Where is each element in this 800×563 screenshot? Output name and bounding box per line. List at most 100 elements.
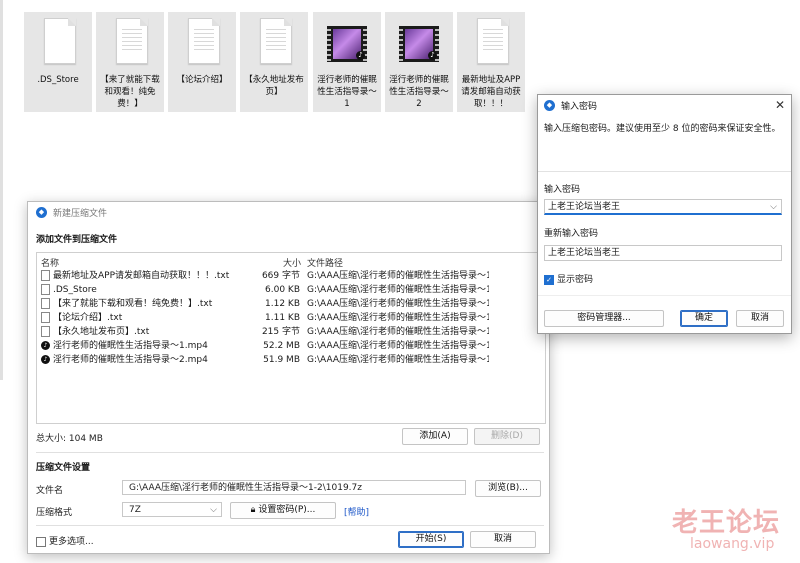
video-thumbnail-icon: ♪: [399, 26, 439, 62]
cancel-button[interactable]: 取消: [470, 531, 536, 548]
delete-button[interactable]: 删除(D): [474, 428, 540, 445]
file-name: 【来了就能下载和观看！纯免费！】: [100, 75, 160, 109]
app-logo-icon: ◆: [544, 99, 555, 111]
password-manager-button[interactable]: 密码管理器...: [544, 310, 664, 327]
row-path: G:\AAA压缩\淫行老师的催眠性生活指导录～1-2\...: [307, 341, 489, 351]
dialog-description: 输入压缩包密码。建议使用至少 8 位的密码来保证安全性。: [544, 124, 781, 134]
format-label: 压缩格式: [36, 508, 73, 518]
row-name: .DS_Store: [53, 285, 97, 295]
row-name: 【永久地址发布页】.txt: [53, 327, 150, 337]
row-size: 51.9 MB: [263, 355, 300, 365]
table-row[interactable]: ♪ 淫行老师的催眠性生活指导录～2.mp4 51.9 MB G:\AAA压缩\淫行…: [37, 353, 545, 367]
file-item[interactable]: 【来了就能下载和观看！纯免费！】: [96, 12, 164, 112]
total-size-text: 总大小: 104 MB: [36, 434, 103, 444]
row-path: G:\AAA压缩\淫行老师的催眠性生活指导录～1-2\...: [307, 299, 489, 309]
show-password-checkbox[interactable]: ✓ 显示密码: [544, 272, 593, 285]
column-header-size[interactable]: 大小: [283, 256, 301, 269]
file-name: .DS_Store: [37, 75, 79, 85]
column-header-name[interactable]: 名称: [41, 256, 59, 269]
column-header-path[interactable]: 文件路径: [307, 256, 343, 269]
set-password-button[interactable]: 🔒︎ 设置密码(P)...: [230, 502, 336, 519]
dialog-titlebar: ◆ 输入密码: [538, 95, 791, 115]
table-row[interactable]: .DS_Store 6.00 KB G:\AAA压缩\淫行老师的催眠性生活指导录…: [37, 283, 545, 297]
new-archive-window: ◆ 新建压缩文件 添加文件到压缩文件 名称 大小 文件路径 最新地址及APP请发…: [27, 201, 550, 554]
video-file-icon: ♪: [41, 341, 50, 350]
row-path: G:\AAA压缩\淫行老师的催眠性生活指导录～1-2\...: [307, 271, 489, 281]
text-file-icon: [41, 312, 50, 323]
reenter-password-value: 上老王论坛当老王: [548, 248, 621, 258]
row-size: 1.11 KB: [265, 313, 300, 323]
file-item[interactable]: 最新地址及APP请发邮箱自动获取！！！: [457, 12, 525, 112]
more-options-label: 更多选项...: [49, 537, 94, 547]
file-item[interactable]: 【论坛介绍】: [168, 12, 236, 112]
section-settings-title: 压缩文件设置: [36, 463, 91, 473]
password-value: 上老王论坛当老王: [548, 202, 621, 212]
file-item[interactable]: .DS_Store: [24, 12, 92, 112]
browse-button[interactable]: 浏览(B)...: [475, 480, 541, 497]
watermark-logo: 老王论坛: [672, 508, 781, 538]
dialog-cancel-button[interactable]: 取消: [736, 310, 784, 327]
window-title: 新建压缩文件: [53, 208, 108, 219]
checkbox-icon: [36, 536, 46, 547]
start-button[interactable]: 开始(S): [398, 531, 464, 548]
show-password-label: 显示密码: [557, 275, 594, 285]
row-path: G:\AAA压缩\淫行老师的催眠性生活指导录～1-2\...: [307, 327, 489, 337]
file-item[interactable]: ♪ 淫行老师的催眠性生活指导录～1: [313, 12, 381, 112]
row-name: 淫行老师的催眠性生活指导录～1.mp4: [53, 341, 208, 351]
window-titlebar: ◆ 新建压缩文件: [28, 202, 549, 222]
divider: [538, 171, 791, 172]
password-input[interactable]: 上老王论坛当老王 ⌵: [544, 199, 782, 215]
app-logo-icon: ◆: [36, 206, 47, 218]
table-row[interactable]: 【永久地址发布页】.txt 215 字节 G:\AAA压缩\淫行老师的催眠性生活…: [37, 325, 545, 339]
table-row[interactable]: 最新地址及APP请发邮箱自动获取！！！.txt 669 字节 G:\AAA压缩\…: [37, 269, 545, 283]
chevron-down-icon: ⌵: [210, 505, 217, 515]
format-value: 7Z: [129, 505, 141, 515]
close-icon[interactable]: ✕: [775, 98, 785, 112]
left-edge-strip: [0, 0, 3, 380]
divider: [36, 452, 544, 453]
add-button[interactable]: 添加(A): [402, 428, 468, 445]
file-list[interactable]: 名称 大小 文件路径 最新地址及APP请发邮箱自动获取！！！.txt 669 字…: [36, 252, 546, 424]
table-row[interactable]: ♪ 淫行老师的催眠性生活指导录～1.mp4 52.2 MB G:\AAA压缩\淫行…: [37, 339, 545, 353]
dialog-title: 输入密码: [561, 101, 598, 112]
ok-button[interactable]: 确定: [680, 310, 728, 327]
divider: [538, 295, 791, 296]
reenter-password-label: 重新输入密码: [544, 229, 599, 239]
format-select[interactable]: 7Z ⌵: [122, 502, 222, 517]
row-name: 最新地址及APP请发邮箱自动获取！！！.txt: [53, 271, 230, 281]
divider: [36, 525, 544, 526]
file-item[interactable]: 【永久地址发布页】: [240, 12, 308, 112]
row-size: 1.12 KB: [265, 299, 300, 309]
text-document-icon: [116, 18, 148, 64]
table-row[interactable]: 【论坛介绍】.txt 1.11 KB G:\AAA压缩\淫行老师的催眠性生活指导…: [37, 311, 545, 325]
chevron-down-icon[interactable]: ⌵: [770, 200, 777, 214]
filename-label: 文件名: [36, 486, 64, 496]
password-dialog: ◆ 输入密码 ✕ 输入压缩包密码。建议使用至少 8 位的密码来保证安全性。 输入…: [537, 94, 792, 334]
row-path: G:\AAA压缩\淫行老师的催眠性生活指导录～1-2\...: [307, 313, 489, 323]
row-size: 52.2 MB: [263, 341, 300, 351]
row-path: G:\AAA压缩\淫行老师的催眠性生活指导录～1-2\...: [307, 355, 489, 365]
help-link[interactable]: [帮助]: [344, 505, 369, 518]
enter-password-label: 输入密码: [544, 185, 581, 195]
file-name: 淫行老师的催眠性生活指导录～1: [317, 75, 377, 109]
lock-icon: 🔒︎: [250, 505, 256, 515]
table-row[interactable]: 【来了就能下载和观看！纯免费！】.txt 1.12 KB G:\AAA压缩\淫行…: [37, 297, 545, 311]
reenter-password-input[interactable]: 上老王论坛当老王: [544, 245, 782, 261]
desktop-file-area: .DS_Store 【来了就能下载和观看！纯免费！】 【论坛介绍】 【永久地址发…: [24, 12, 525, 112]
section-add-files-title: 添加文件到压缩文件: [36, 235, 118, 245]
file-name: 淫行老师的催眠性生活指导录～2: [389, 75, 449, 109]
row-size: 215 字节: [261, 327, 300, 337]
text-document-icon: [260, 18, 292, 64]
document-icon: [44, 18, 76, 64]
filename-field[interactable]: G:\AAA压缩\淫行老师的催眠性生活指导录～1-2\1019.7z: [122, 480, 466, 495]
row-name: 淫行老师的催眠性生活指导录～2.mp4: [53, 355, 208, 365]
file-name: 最新地址及APP请发邮箱自动获取！！！: [461, 75, 521, 109]
text-document-icon: [188, 18, 220, 64]
file-item[interactable]: ♪ 淫行老师的催眠性生活指导录～2: [385, 12, 453, 112]
video-thumbnail-icon: ♪: [327, 26, 367, 62]
row-size: 6.00 KB: [265, 285, 300, 295]
more-options-checkbox[interactable]: 更多选项...: [36, 534, 94, 547]
text-document-icon: [477, 18, 509, 64]
text-file-icon: [41, 298, 50, 309]
text-file-icon: [41, 270, 50, 281]
